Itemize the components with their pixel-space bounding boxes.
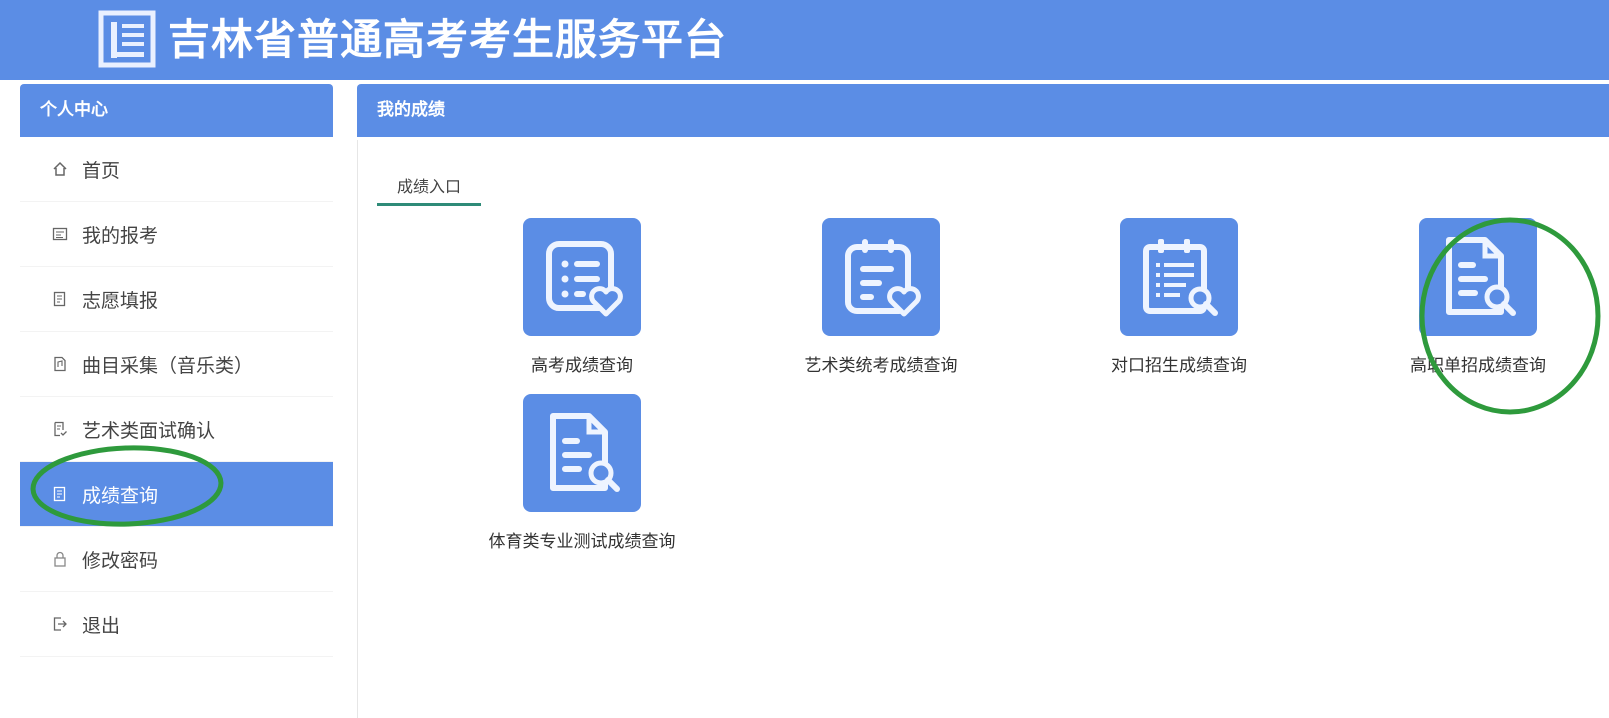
gaokao-score-card[interactable]: 高考成绩查询 [472, 218, 692, 376]
logout-icon [52, 616, 68, 632]
score-doc-icon [52, 486, 68, 502]
sidebar-item-change-password[interactable]: 修改密码 [20, 527, 333, 592]
sidebar-item-registration[interactable]: 我的报考 [20, 202, 333, 267]
sidebar-item-application[interactable]: 志愿填报 [20, 267, 333, 332]
lock-icon [52, 551, 68, 567]
site-header: 吉林省普通高考考生服务平台 [0, 0, 1609, 80]
sidebar-item-label: 修改密码 [82, 549, 159, 572]
sidebar-item-label: 志愿填报 [82, 289, 159, 312]
sidebar-item-label: 曲目采集（音乐类） [82, 354, 254, 377]
card-label: 艺术类统考成绩查询 [804, 356, 958, 376]
tile [1120, 218, 1238, 336]
sidebar-item-home[interactable]: 首页 [20, 137, 333, 202]
tile [523, 218, 641, 336]
card-label: 高职单招成绩查询 [1410, 356, 1546, 376]
sidebar-item-label: 首页 [82, 159, 121, 182]
sidebar-item-label: 退出 [82, 614, 121, 637]
music-file-icon [52, 356, 68, 372]
tile [822, 218, 940, 336]
tile [523, 394, 641, 512]
sidebar: 个人中心 首页 我的报考 志愿填报 曲目采集（音乐类） 艺术类面试确认 成绩查询… [20, 84, 333, 657]
card-label: 高考成绩查询 [531, 356, 633, 376]
clipboard-heart-icon [845, 239, 921, 317]
sidebar-item-art-interview[interactable]: 艺术类面试确认 [20, 397, 333, 462]
register-icon [52, 226, 68, 242]
sports-professional-test-score-card[interactable]: 体育类专业测试成绩查询 [472, 394, 692, 552]
sidebar-item-label: 我的报考 [82, 224, 159, 247]
sidebar-title: 个人中心 [20, 84, 333, 137]
document-search-icon [550, 413, 620, 492]
document-search-icon [1446, 237, 1516, 316]
panel-title: 我的成绩 [357, 84, 1609, 137]
tab-score-entry[interactable]: 成绩入口 [377, 170, 481, 206]
tile [1419, 218, 1537, 336]
home-icon [52, 161, 68, 177]
card-label: 体育类专业测试成绩查询 [488, 532, 676, 552]
higher-vocational-admission-score-card[interactable]: 高职单招成绩查询 [1368, 218, 1588, 376]
content-divider [357, 140, 358, 718]
form-icon [52, 291, 68, 307]
sidebar-item-logout[interactable]: 退出 [20, 592, 333, 657]
sidebar-item-music-collection[interactable]: 曲目采集（音乐类） [20, 332, 333, 397]
sidebar-item-label: 成绩查询 [82, 484, 159, 507]
card-label: 对口招生成绩查询 [1111, 356, 1247, 376]
clipboard-search-icon [1143, 239, 1218, 316]
vocational-counterpart-score-card[interactable]: 对口招生成绩查询 [1069, 218, 1289, 376]
art-unified-exam-score-card[interactable]: 艺术类统考成绩查询 [771, 218, 991, 376]
confirm-doc-icon [52, 421, 68, 437]
list-heart-icon [546, 241, 623, 317]
sidebar-item-score-query[interactable]: 成绩查询 [20, 462, 333, 527]
document-logo-icon [98, 10, 156, 68]
sidebar-item-label: 艺术类面试确认 [82, 419, 216, 442]
site-title: 吉林省普通高考考生服务平台 [168, 15, 728, 64]
